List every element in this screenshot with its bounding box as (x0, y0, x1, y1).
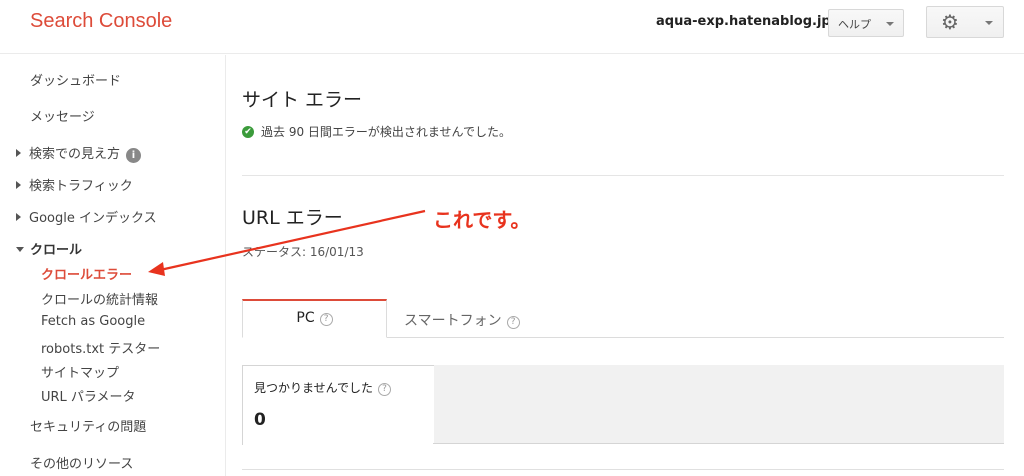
section-divider (242, 175, 1004, 176)
chevron-down-icon (886, 22, 894, 26)
url-errors-title: URL エラー (242, 207, 343, 229)
help-button-label: ヘルプ (838, 18, 871, 31)
triangle-right-icon (16, 149, 21, 157)
help-circle-icon[interactable]: ? (506, 316, 520, 329)
settings-button[interactable]: ⚙ (926, 6, 1004, 38)
check-circle-icon: ✔ (242, 125, 254, 138)
sidebar-item-crawl-errors[interactable]: クロールエラー (41, 264, 132, 283)
not-found-card[interactable]: 見つかりませんでした? 0 (242, 365, 434, 445)
sidebar-item-label: 検索での見え方 (29, 147, 121, 162)
tab-smartphone[interactable]: スマートフォン? (404, 310, 520, 330)
chevron-down-icon (985, 21, 993, 25)
gear-icon: ⚙ (941, 10, 959, 34)
sidebar-item-sitemaps[interactable]: サイトマップ (41, 362, 119, 381)
info-icon[interactable]: i (126, 148, 142, 163)
card-value: 0 (254, 410, 266, 430)
sidebar-item-label: 検索トラフィック (29, 179, 133, 194)
sidebar-item-url-parameters[interactable]: URL パラメータ (41, 386, 136, 405)
sidebar-item-other-resources[interactable]: その他のリソース (30, 453, 133, 472)
tab-label: PC (296, 310, 315, 326)
sidebar-item-security[interactable]: セキュリティの問題 (30, 416, 146, 435)
triangle-right-icon (16, 181, 21, 189)
sidebar-item-dashboard[interactable]: ダッシュボード (30, 70, 121, 89)
sidebar-item-google-index[interactable]: Google インデックス (16, 207, 157, 226)
status-date: ステータス: 16/01/13 (242, 245, 364, 259)
main-content: サイト エラー ✔ 過去 90 日間エラーが検出されませんでした。 URL エラ… (227, 55, 1024, 476)
error-category-strip (433, 365, 1004, 443)
device-tabs: PC? スマートフォン? (242, 299, 1004, 338)
card-divider (433, 443, 1004, 444)
sidebar-item-robots-tester[interactable]: robots.txt テスター (41, 338, 160, 357)
bottom-divider (242, 469, 1004, 470)
help-circle-icon[interactable]: ? (319, 313, 333, 326)
sidebar-item-search-appearance[interactable]: 検索での見え方 i (16, 143, 142, 163)
sidebar-item-label: クロール (30, 243, 83, 258)
sidebar-nav: ダッシュボード メッセージ 検索での見え方 i 検索トラフィック Google イ… (0, 55, 226, 476)
sidebar-item-messages[interactable]: メッセージ (30, 106, 95, 125)
sidebar-item-label: Google インデックス (29, 211, 157, 226)
search-console-logo[interactable]: Search Console (30, 10, 172, 33)
tab-pc[interactable]: PC? (242, 299, 387, 338)
card-label-text: 見つかりませんでした (254, 381, 374, 395)
tab-label: スマートフォン (404, 313, 502, 329)
help-button[interactable]: ヘルプ (828, 9, 904, 37)
site-errors-status: ✔ 過去 90 日間エラーが検出されませんでした。 (242, 123, 511, 140)
top-header: Search Console aqua-exp.hatenablog.jp ヘル… (0, 0, 1024, 54)
sidebar-item-fetch-as-google[interactable]: Fetch as Google (41, 314, 145, 329)
site-selector[interactable]: aqua-exp.hatenablog.jp (656, 14, 831, 29)
triangle-down-icon (16, 247, 24, 252)
help-circle-icon[interactable]: ? (378, 383, 392, 396)
annotation-text: これです。 (433, 208, 531, 232)
sidebar-item-crawl[interactable]: クロール (16, 239, 82, 258)
sidebar-item-crawl-stats[interactable]: クロールの統計情報 (41, 289, 158, 308)
sidebar-item-search-traffic[interactable]: 検索トラフィック (16, 175, 133, 194)
card-label: 見つかりませんでした? (254, 379, 392, 396)
site-errors-status-text: 過去 90 日間エラーが検出されませんでした。 (261, 125, 511, 139)
site-errors-title: サイト エラー (242, 89, 363, 111)
triangle-right-icon (16, 213, 21, 221)
